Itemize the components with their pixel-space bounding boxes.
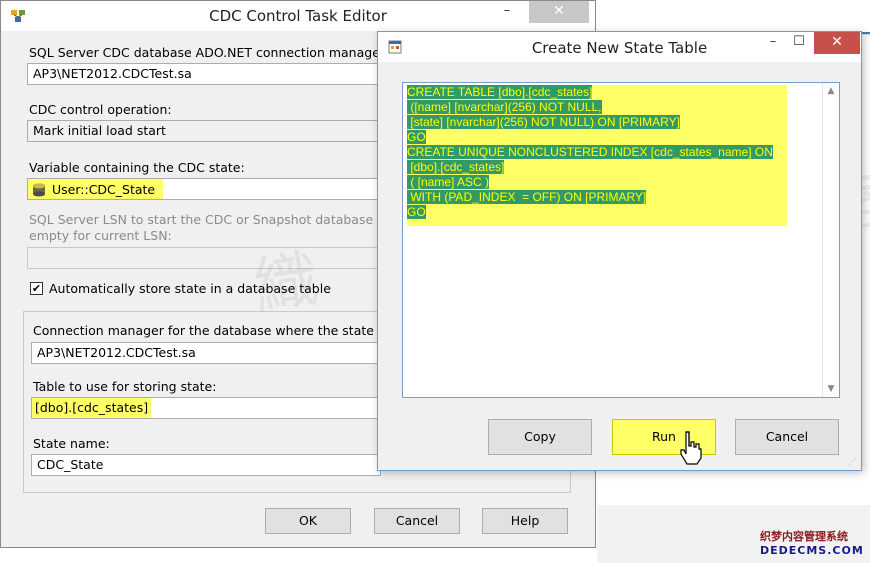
state-table-value: [dbo].[cdc_states] [32,398,152,418]
cdc-operation-dropdown[interactable]: Mark initial load start [27,120,387,142]
state-table-label: Table to use for storing state: [33,379,217,394]
sql-line-text: [dbo].[cdc_states] [407,160,505,174]
sql-line-text: [state] [nvarchar](256) NOT NULL) ON [PR… [407,115,680,129]
dialog-close-button[interactable]: ✕ [814,32,860,54]
sql-scrollbar[interactable]: ▲ ▼ [822,83,839,397]
site-logo: 织梦内容管理系统 DEDECMS.COM [760,528,868,560]
editor-minimize-button[interactable]: – [493,1,521,23]
dialog-titlebar: Create New State Table – ☐ ✕ [378,32,861,62]
sql-line-text: GO [407,205,426,219]
auto-store-checkbox[interactable]: ✔ [30,282,43,295]
state-table-field[interactable]: [dbo].[cdc_states] [31,397,381,419]
sql-line: WITH (PAD_INDEX = OFF) ON [PRIMARY] [407,190,787,205]
cdc-operation-label: CDC control operation: [29,102,172,117]
database-icon [33,183,45,197]
state-name-field[interactable]: CDC_State [31,454,381,476]
lsn-label-line2: empty for current LSN: [29,228,172,243]
state-connection-field[interactable]: AP3\NET2012.CDCTest.sa [31,342,381,364]
resize-grip-icon[interactable]: ⋰ [848,457,858,467]
ok-button[interactable]: OK [265,508,351,534]
editor-cancel-button[interactable]: Cancel [374,508,460,534]
dialog-maximize-button[interactable]: ☐ [788,32,810,54]
connection-manager-label: SQL Server CDC database ADO.NET connecti… [29,45,390,60]
sql-line: GO [407,130,787,145]
sql-line-text: CREATE UNIQUE NONCLUSTERED INDEX [cdc_st… [407,145,773,159]
sql-script-textbox[interactable]: CREATE TABLE [dbo].[cdc_states] ([name] … [402,82,840,398]
sql-line-text: WITH (PAD_INDEX = OFF) ON [PRIMARY] [407,190,647,204]
cdc-state-variable-field[interactable]: User::CDC_State [27,178,387,200]
create-state-table-dialog: Create New State Table – ☐ ✕ CREATE TABL… [377,31,862,471]
sql-lines: CREATE TABLE [dbo].[cdc_states] ([name] … [407,85,787,220]
sql-line-text: ([name] [nvarchar](256) NOT NULL, [407,100,602,114]
scroll-up-icon[interactable]: ▲ [823,83,839,99]
variable-value: User::CDC_State [52,182,156,197]
sql-line: ( [name] ASC ) [407,175,787,190]
sql-line: CREATE UNIQUE NONCLUSTERED INDEX [cdc_st… [407,145,787,160]
variable-highlight: User::CDC_State [28,179,164,199]
dialog-cancel-button[interactable]: Cancel [735,419,839,455]
help-button[interactable]: Help [482,508,568,534]
editor-close-button[interactable]: ✕ [529,1,589,23]
copy-button[interactable]: Copy [488,419,592,455]
scroll-down-icon[interactable]: ▼ [823,381,839,397]
logo-line1: 织梦内容管理系统 [760,530,848,543]
state-name-label: State name: [33,436,110,451]
sql-line-text: GO [407,130,426,144]
cdc-state-variable-label: Variable containing the CDC state: [29,160,245,175]
sql-line: GO [407,205,787,220]
sql-line-text: CREATE TABLE [dbo].[cdc_states] [407,85,593,99]
sql-line: ([name] [nvarchar](256) NOT NULL, [407,100,787,115]
hand-cursor-icon [680,431,702,465]
sql-line: CREATE TABLE [dbo].[cdc_states] [407,85,787,100]
background-toolbar [597,0,870,34]
sql-line-text: ( [name] ASC ) [407,175,490,189]
state-connection-label: Connection manager for the database wher… [33,323,411,338]
editor-titlebar: CDC Control Task Editor – ✕ [1,1,595,31]
dialog-minimize-button[interactable]: – [762,32,784,54]
sql-line: [state] [nvarchar](256) NOT NULL) ON [PR… [407,115,787,130]
logo-line2: DEDECMS.COM [760,544,864,557]
connection-manager-field[interactable]: AP3\NET2012.CDCTest.sa [27,63,387,85]
sql-line: [dbo].[cdc_states] [407,160,787,175]
